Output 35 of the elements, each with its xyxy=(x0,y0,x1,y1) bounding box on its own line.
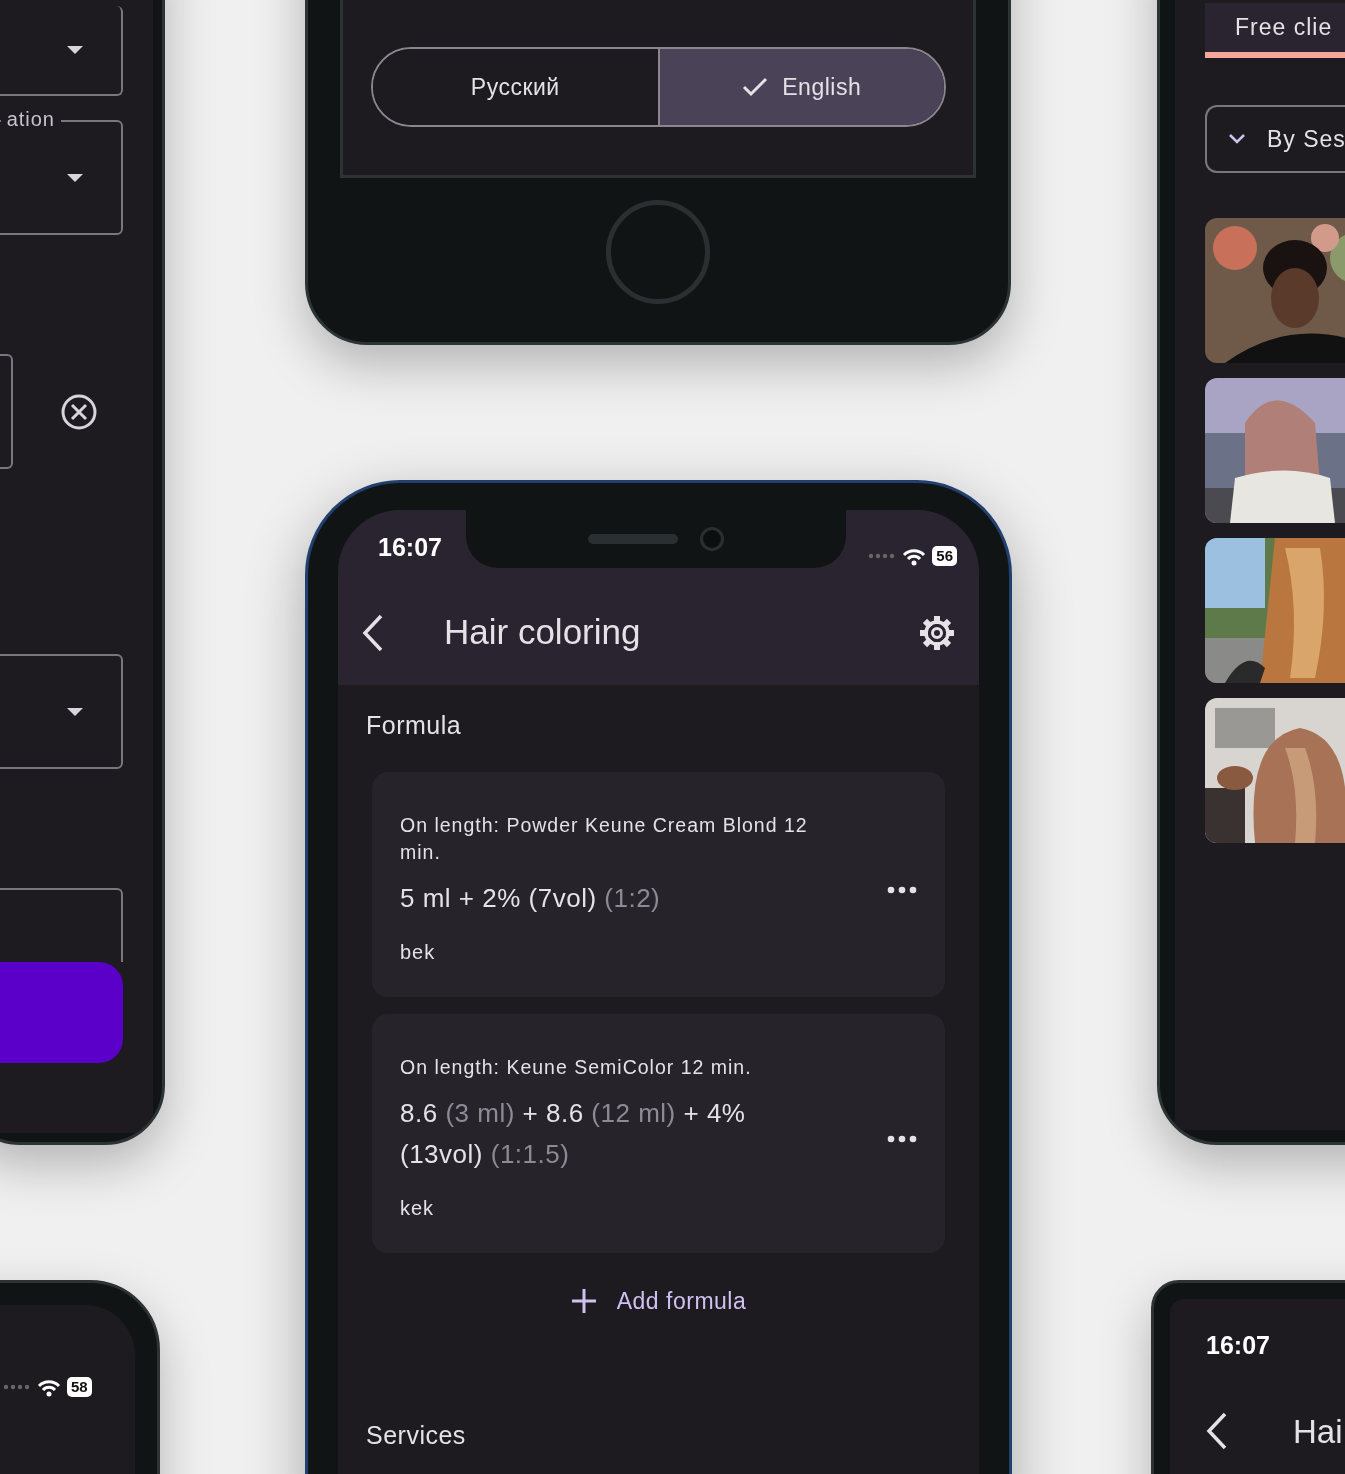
check-icon xyxy=(742,77,769,97)
chevron-down-icon xyxy=(1229,134,1245,144)
add-formula-button[interactable]: Add formula xyxy=(564,1283,753,1320)
more-icon[interactable] xyxy=(887,885,917,894)
battery-level: 56 xyxy=(932,546,957,566)
wifi-icon xyxy=(37,1377,61,1397)
formula-note: kek xyxy=(400,1196,436,1221)
dropdown-caret-icon xyxy=(67,46,83,54)
language-option[interactable]: English xyxy=(657,49,944,125)
clear-icon[interactable] xyxy=(60,392,98,431)
formula-mix: 5 ml + 2% (7vol) (1:2) xyxy=(400,882,662,915)
screen-title: Hair coloring xyxy=(444,611,642,654)
signal-dots-icon xyxy=(3,1384,31,1390)
section-heading: Formula xyxy=(365,710,463,741)
plus-icon xyxy=(570,1288,597,1315)
screen-title: Hai xyxy=(1293,1411,1343,1452)
settings-icon[interactable] xyxy=(919,614,955,651)
back-icon[interactable] xyxy=(1206,1412,1228,1451)
more-icon[interactable] xyxy=(887,1134,917,1143)
formula-mix: 8.6 (3 ml) + 8.6 (12 ml) + 4% (13vol) (1:1.5) xyxy=(400,1097,747,1171)
wifi-icon xyxy=(902,546,927,566)
formula-description: On length: Powder Keune Cream Blond 12 min. xyxy=(400,813,809,865)
dropdown-caret-icon xyxy=(67,707,83,716)
signal-dots-icon xyxy=(868,553,897,559)
camera-lens xyxy=(700,527,724,551)
status-time: 16:07 xyxy=(1206,1330,1271,1361)
formula-note: bek xyxy=(400,940,437,965)
back-icon[interactable] xyxy=(362,613,384,652)
dropdown-caret-icon xyxy=(67,173,83,182)
battery-level: 58 xyxy=(67,1377,92,1397)
formula-description: On length: Keune SemiColor 12 min. xyxy=(400,1055,753,1080)
status-time: 16:07 xyxy=(378,531,442,563)
sort-dropdown[interactable]: By Ses xyxy=(1205,105,1345,173)
tab[interactable]: Free clie xyxy=(1205,3,1345,58)
section-heading: Services xyxy=(365,1419,467,1451)
